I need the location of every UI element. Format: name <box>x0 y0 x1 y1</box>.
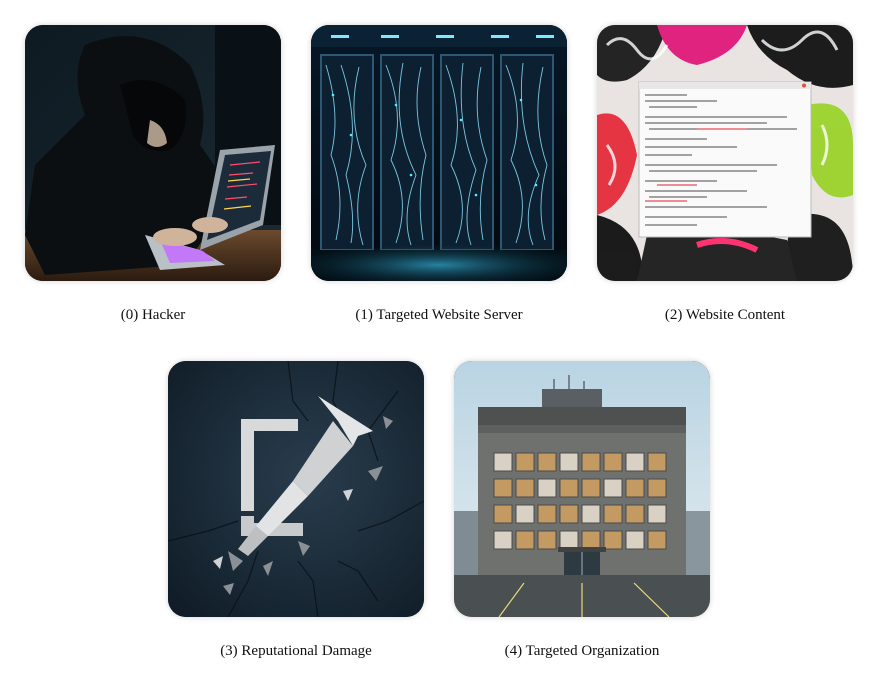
hacker-image <box>25 25 281 281</box>
panel-reputational-damage: (3) Reputational Damage <box>168 361 424 659</box>
reputational-damage-image <box>168 361 424 617</box>
panel-hacker: (0) Hacker <box>25 25 281 323</box>
panel-website-server: (1) Targeted Website Server <box>311 25 567 323</box>
panel-website-content: (2) Website Content <box>597 25 853 323</box>
panel-caption: (4) Targeted Organization <box>504 643 660 659</box>
panel-caption: (2) Website Content <box>664 307 786 323</box>
targeted-organization-image <box>454 361 710 617</box>
panel-targeted-organization: (4) Targeted Organization <box>454 361 710 659</box>
server-image <box>311 25 567 281</box>
website-content-image <box>597 25 853 281</box>
